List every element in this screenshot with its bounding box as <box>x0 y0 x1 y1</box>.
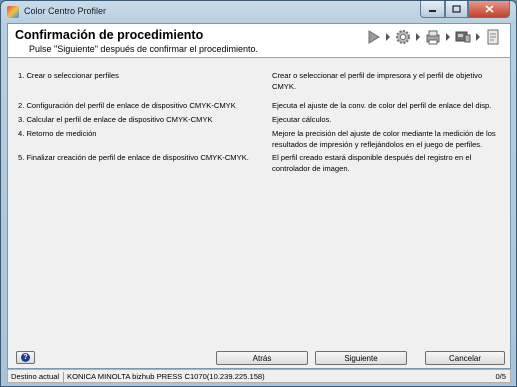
procedure-description: Crear o seleccionar el perfil de impreso… <box>272 71 483 91</box>
procedure-step: 3. Calcular el perfil de enlace de dispo… <box>18 115 213 124</box>
document-icon <box>482 26 504 48</box>
page-title: Confirmación de procedimiento <box>15 28 204 42</box>
procedure-list: 1. Crear o seleccionar perfiles Crear o … <box>8 60 510 348</box>
procedure-description: Ejecuta el ajuste de la conv. de color d… <box>272 101 492 110</box>
minimize-icon <box>429 10 436 12</box>
procedure-step: 1. Crear o seleccionar perfiles <box>18 71 119 80</box>
next-button[interactable]: Siguiente <box>315 351 407 365</box>
gear-icon <box>392 26 414 48</box>
close-icon <box>484 5 494 13</box>
procedure-description: Ejecutar cálculos. <box>272 115 332 124</box>
window-title: Color Centro Profiler <box>24 6 107 16</box>
maximize-button[interactable] <box>445 1 468 18</box>
help-button[interactable]: ? <box>16 351 35 364</box>
maximize-icon <box>452 5 461 13</box>
minimize-button[interactable] <box>420 1 445 18</box>
close-button[interactable] <box>468 1 510 18</box>
help-icon: ? <box>21 353 30 362</box>
wizard-header: Confirmación de procedimiento Pulse "Sig… <box>8 24 510 58</box>
chevron-right-icon <box>474 26 482 48</box>
printer-icon <box>422 26 444 48</box>
back-button[interactable]: Atrás <box>216 351 308 365</box>
title-bar[interactable]: Color Centro Profiler <box>1 1 516 23</box>
wizard-panel: Confirmación de procedimiento Pulse "Sig… <box>7 23 511 369</box>
page-subtitle: Pulse "Siguiente" después de confirmar e… <box>29 44 259 54</box>
procedure-step: 4. Retorno de medición <box>18 129 97 138</box>
app-window: Color Centro Profiler Confirmación de pr… <box>0 0 517 387</box>
status-bar: Destino actual KONICA MINOLTA bizhub PRE… <box>7 369 511 383</box>
scanner-icon <box>452 26 474 48</box>
procedure-description: Mejore la precisión del ajuste de color … <box>272 129 496 149</box>
chevron-right-icon <box>384 26 392 48</box>
procedure-description: El perfil creado estará disponible despu… <box>272 153 472 173</box>
chevron-right-icon <box>444 26 452 48</box>
procedure-step: 5. Finalizar creación de perfil de enlac… <box>18 153 249 162</box>
app-icon <box>7 6 19 18</box>
target-device: KONICA MINOLTA bizhub PRESS C1070(10.239… <box>67 372 265 381</box>
procedure-step: 2. Configuración del perfil de enlace de… <box>18 101 236 110</box>
wizard-steps <box>362 26 504 48</box>
chevron-right-icon <box>414 26 422 48</box>
status-label: Destino actual <box>11 372 65 382</box>
window-controls <box>420 1 510 19</box>
progress-count: 0/5 <box>495 372 506 381</box>
play-icon <box>362 26 384 48</box>
cancel-button[interactable]: Cancelar <box>425 351 505 365</box>
